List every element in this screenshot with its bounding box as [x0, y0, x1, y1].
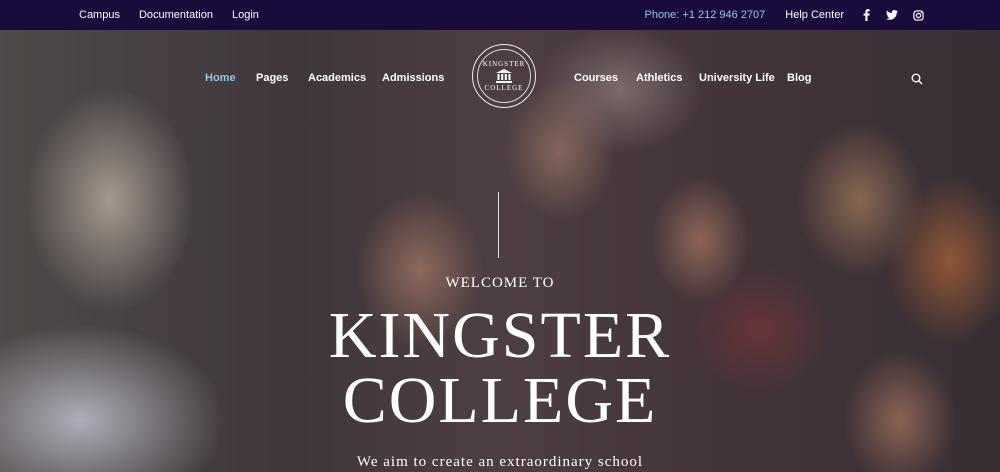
- top-bar-right: Phone: +1 212 946 2707 Help Center: [644, 0, 924, 30]
- social-links: [860, 9, 924, 21]
- login-link[interactable]: Login: [232, 9, 259, 21]
- campus-link[interactable]: Campus: [79, 9, 120, 21]
- logo-seal: KINGSTER COLLEGE: [477, 49, 531, 103]
- hero-divider: [498, 192, 499, 258]
- nav-item-academics[interactable]: Academics: [308, 72, 366, 84]
- hero-title-line1: KINGSTER: [328, 299, 672, 372]
- facebook-icon[interactable]: [860, 9, 872, 21]
- hero-tagline: We aim to create an extraordinary school: [356, 454, 644, 470]
- nav-item-blog[interactable]: Blog: [787, 72, 811, 84]
- twitter-icon[interactable]: [886, 9, 898, 21]
- documentation-link[interactable]: Documentation: [139, 9, 213, 21]
- phone-number[interactable]: Phone: +1 212 946 2707: [644, 9, 765, 21]
- college-logo[interactable]: KINGSTER COLLEGE: [472, 44, 536, 108]
- hero-section: Home Pages Academics Admissions KINGSTER…: [0, 30, 1000, 472]
- nav-item-pages[interactable]: Pages: [256, 72, 288, 84]
- logo-word-kingster: KINGSTER: [482, 60, 526, 68]
- nav-item-admissions[interactable]: Admissions: [382, 72, 444, 84]
- hero-welcome-text: WELCOME TO: [445, 275, 555, 291]
- top-bar: Campus Documentation Login Phone: +1 212…: [0, 0, 1000, 30]
- search-icon[interactable]: [911, 72, 925, 86]
- help-center-link[interactable]: Help Center: [785, 9, 844, 21]
- nav-item-courses[interactable]: Courses: [574, 72, 618, 84]
- building-icon: [496, 69, 512, 83]
- nav-item-home[interactable]: Home: [205, 72, 236, 84]
- nav-item-university-life[interactable]: University Life: [699, 72, 775, 84]
- top-bar-links: Campus Documentation Login: [79, 0, 278, 30]
- main-navigation: Home Pages Academics Admissions KINGSTER…: [0, 30, 1000, 126]
- logo-word-college: COLLEGE: [484, 84, 524, 92]
- hero-title-line2: COLLEGE: [342, 364, 658, 437]
- instagram-icon[interactable]: [912, 9, 924, 21]
- nav-item-athletics[interactable]: Athletics: [636, 72, 682, 84]
